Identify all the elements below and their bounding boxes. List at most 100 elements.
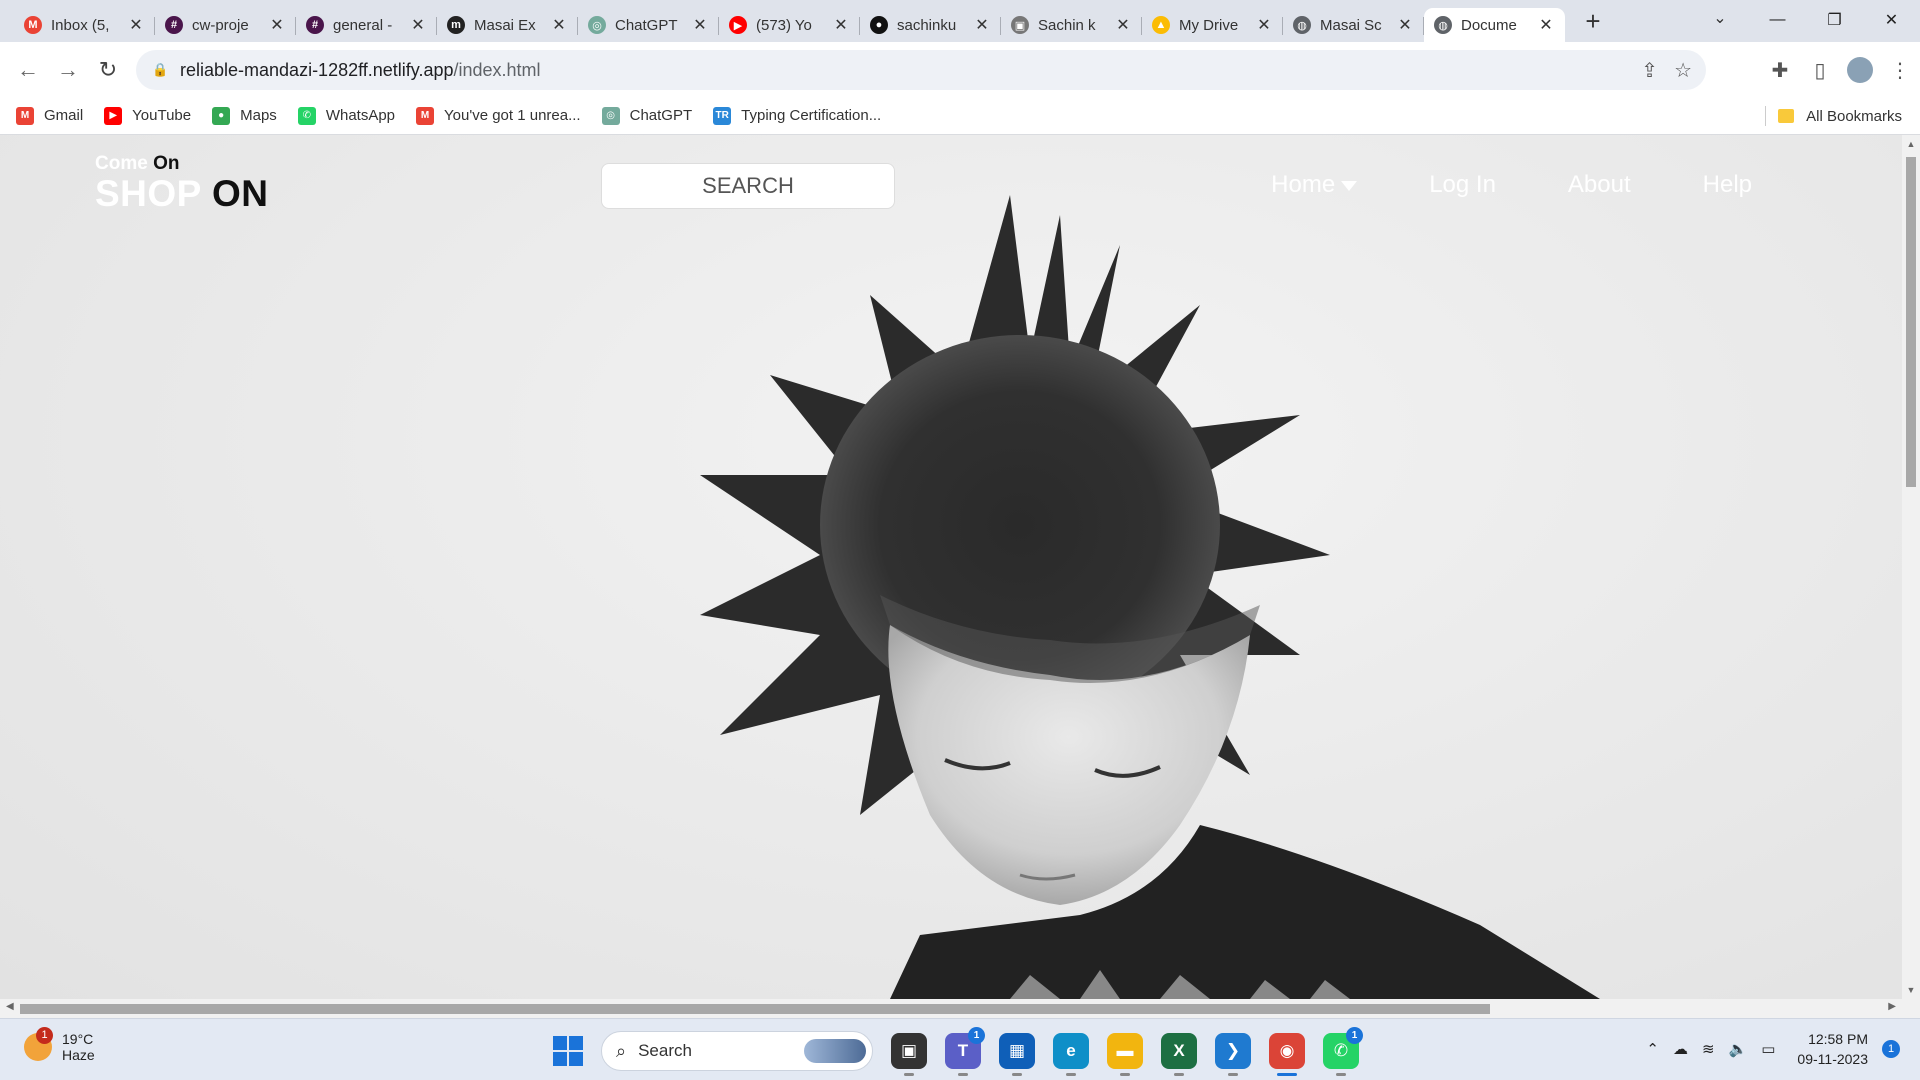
horizontal-scrollbar[interactable]: ◀ ▶	[0, 999, 1902, 1018]
bookmark-item[interactable]: ▶ YouTube	[104, 106, 191, 125]
browser-tab[interactable]: ◍ Masai Sc ✕	[1283, 8, 1424, 42]
wifi-icon[interactable]: ≋	[1702, 1040, 1715, 1058]
close-icon[interactable]: ✕	[832, 15, 850, 35]
bookmark-label: Gmail	[44, 107, 84, 124]
address-bar[interactable]: 🔒 reliable-mandazi-1282ff.netlify.app/in…	[136, 50, 1706, 90]
whatsapp-icon[interactable]: ✆ 1	[1323, 1027, 1363, 1076]
task-view-icon[interactable]: ▣	[891, 1033, 927, 1076]
tab-label: ChatGPT	[615, 16, 678, 34]
browser-tab[interactable]: ◎ ChatGPT ✕	[578, 8, 719, 42]
minimize-button[interactable]: —	[1749, 0, 1806, 40]
share-icon[interactable]: ⇪	[1641, 58, 1658, 83]
bookmark-favicon-icon: ▶	[104, 106, 123, 125]
logo-word-on-big: ON	[211, 173, 269, 214]
bookmark-label: Typing Certification...	[741, 107, 882, 124]
close-window-button[interactable]: ✕	[1863, 0, 1920, 40]
system-tray: ⌃ ☁ ≋ 🔈 ▭ 12:58 PM 09-11-2023 1	[1646, 1029, 1900, 1069]
volume-icon[interactable]: 🔈	[1729, 1040, 1748, 1058]
bookmark-item[interactable]: ● Maps	[212, 106, 277, 125]
bookmark-item[interactable]: TR Typing Certification...	[713, 106, 882, 125]
slack-icon: #	[306, 16, 324, 34]
browser-tab[interactable]: m Masai Ex ✕	[437, 8, 578, 42]
chrome-icon[interactable]: ◉	[1269, 1033, 1305, 1076]
edge-icon[interactable]: e	[1053, 1033, 1089, 1076]
browser-tab[interactable]: # general - ✕	[296, 8, 437, 42]
scroll-left-icon[interactable]: ◀	[6, 1001, 14, 1012]
nav-about[interactable]: About	[1568, 171, 1631, 199]
logo-word-come: Come	[95, 153, 148, 174]
close-icon[interactable]: ✕	[1537, 15, 1555, 35]
nav-home[interactable]: Home	[1271, 171, 1358, 199]
tab-label: (573) Yo	[756, 16, 812, 34]
page-viewport: Come On SHOP ON SEARCH Home Log In About…	[0, 135, 1902, 999]
lock-icon[interactable]: 🔒	[152, 62, 168, 78]
browser-tab[interactable]: ● sachinku ✕	[860, 8, 1001, 42]
image-icon: ▣	[1011, 16, 1029, 34]
vscode-icon[interactable]: ❯	[1215, 1033, 1251, 1076]
scroll-right-icon[interactable]: ▶	[1888, 1001, 1896, 1012]
weather-widget[interactable]: 1 19°C Haze	[24, 1027, 95, 1063]
clock-time: 12:58 PM	[1808, 1031, 1868, 1047]
profile-avatar[interactable]	[1847, 57, 1873, 83]
vertical-scrollbar[interactable]: ▲ ▼	[1902, 135, 1920, 999]
tab-search-icon[interactable]: ⌄	[1700, 8, 1740, 28]
browser-tab[interactable]: ▣ Sachin k ✕	[1001, 8, 1142, 42]
close-icon[interactable]: ✕	[691, 15, 709, 35]
bookmark-favicon-icon: ●	[212, 106, 231, 125]
close-icon[interactable]: ✕	[1396, 15, 1414, 35]
github-icon: ●	[870, 16, 888, 34]
bookmark-item[interactable]: ✆ WhatsApp	[297, 106, 395, 125]
restore-button[interactable]: ❐	[1806, 0, 1863, 40]
browser-tab[interactable]: # cw-proje ✕	[155, 8, 296, 42]
vertical-scroll-thumb[interactable]	[1906, 157, 1916, 487]
new-tab-button[interactable]: +	[1573, 6, 1613, 37]
close-icon[interactable]: ✕	[973, 15, 991, 35]
bookmark-item[interactable]: M You've got 1 unrea...	[416, 106, 581, 125]
bookmark-star-icon[interactable]: ☆	[1674, 58, 1692, 83]
window-controls: — ❐ ✕	[1749, 0, 1920, 40]
notification-badge[interactable]: 1	[1882, 1040, 1900, 1058]
teams-icon[interactable]: T1	[945, 1027, 985, 1076]
browser-tab[interactable]: ◍ Docume ✕	[1424, 8, 1565, 42]
logo-word-shop: SHOP	[95, 173, 202, 214]
bookmark-item[interactable]: ◎ ChatGPT	[601, 106, 692, 125]
site-logo[interactable]: Come On SHOP ON	[95, 153, 268, 215]
back-icon[interactable]: ←	[8, 50, 48, 90]
close-icon[interactable]: ✕	[127, 15, 145, 35]
bookmarks-bar: M Gmail ▶ YouTube ● Maps ✆ WhatsApp M You've got …	[0, 97, 1920, 135]
clock[interactable]: 12:58 PM 09-11-2023	[1797, 1029, 1868, 1069]
nav-login[interactable]: Log In	[1429, 171, 1496, 199]
close-icon[interactable]: ✕	[1255, 15, 1273, 35]
forward-icon[interactable]: →	[48, 50, 88, 90]
close-icon[interactable]: ✕	[550, 15, 568, 35]
extensions-icon[interactable]: ✚	[1760, 58, 1800, 83]
close-icon[interactable]: ✕	[1114, 15, 1132, 35]
all-bookmarks-button[interactable]: All Bookmarks	[1765, 97, 1902, 135]
start-button[interactable]	[553, 1036, 583, 1066]
windows-taskbar: 1 19°C Haze ⌕ Search ▣ T 1 ▦ e ▬ X ❯ ◉ ✆ 1 ⌃ ☁ ≋ 🔈…	[0, 1018, 1920, 1080]
caret-down-icon	[1341, 180, 1358, 191]
reload-icon[interactable]: ↻	[88, 50, 128, 90]
close-icon[interactable]: ✕	[268, 15, 286, 35]
cloud-icon[interactable]: ☁	[1673, 1040, 1688, 1058]
nav-help[interactable]: Help	[1703, 171, 1752, 199]
taskbar-search[interactable]: ⌕ Search	[601, 1031, 873, 1071]
side-panel-icon[interactable]: ▯	[1800, 58, 1840, 83]
site-search-input[interactable]: SEARCH	[601, 163, 895, 209]
browser-tab[interactable]: ▲ My Drive ✕	[1142, 8, 1283, 42]
close-icon[interactable]: ✕	[409, 15, 427, 35]
file-explorer-icon[interactable]: ▬	[1107, 1033, 1143, 1076]
excel-icon[interactable]: X	[1161, 1033, 1197, 1076]
bookmark-item[interactable]: M Gmail	[16, 106, 84, 125]
menu-icon[interactable]: ⋮	[1880, 58, 1920, 83]
scroll-up-icon[interactable]: ▲	[1902, 139, 1920, 149]
store-icon[interactable]: ▦	[999, 1033, 1035, 1076]
tab-label: My Drive	[1179, 16, 1239, 34]
horizontal-scroll-thumb[interactable]	[20, 1004, 1490, 1014]
battery-icon[interactable]: ▭	[1761, 1040, 1775, 1058]
scroll-down-icon[interactable]: ▼	[1902, 985, 1920, 995]
browser-tab[interactable]: M Inbox (5, ✕	[14, 8, 155, 42]
browser-tab[interactable]: ▶ (573) Yo ✕	[719, 8, 860, 42]
search-icon: ⌕	[616, 1040, 627, 1061]
chevron-up-icon[interactable]: ⌃	[1646, 1040, 1659, 1058]
